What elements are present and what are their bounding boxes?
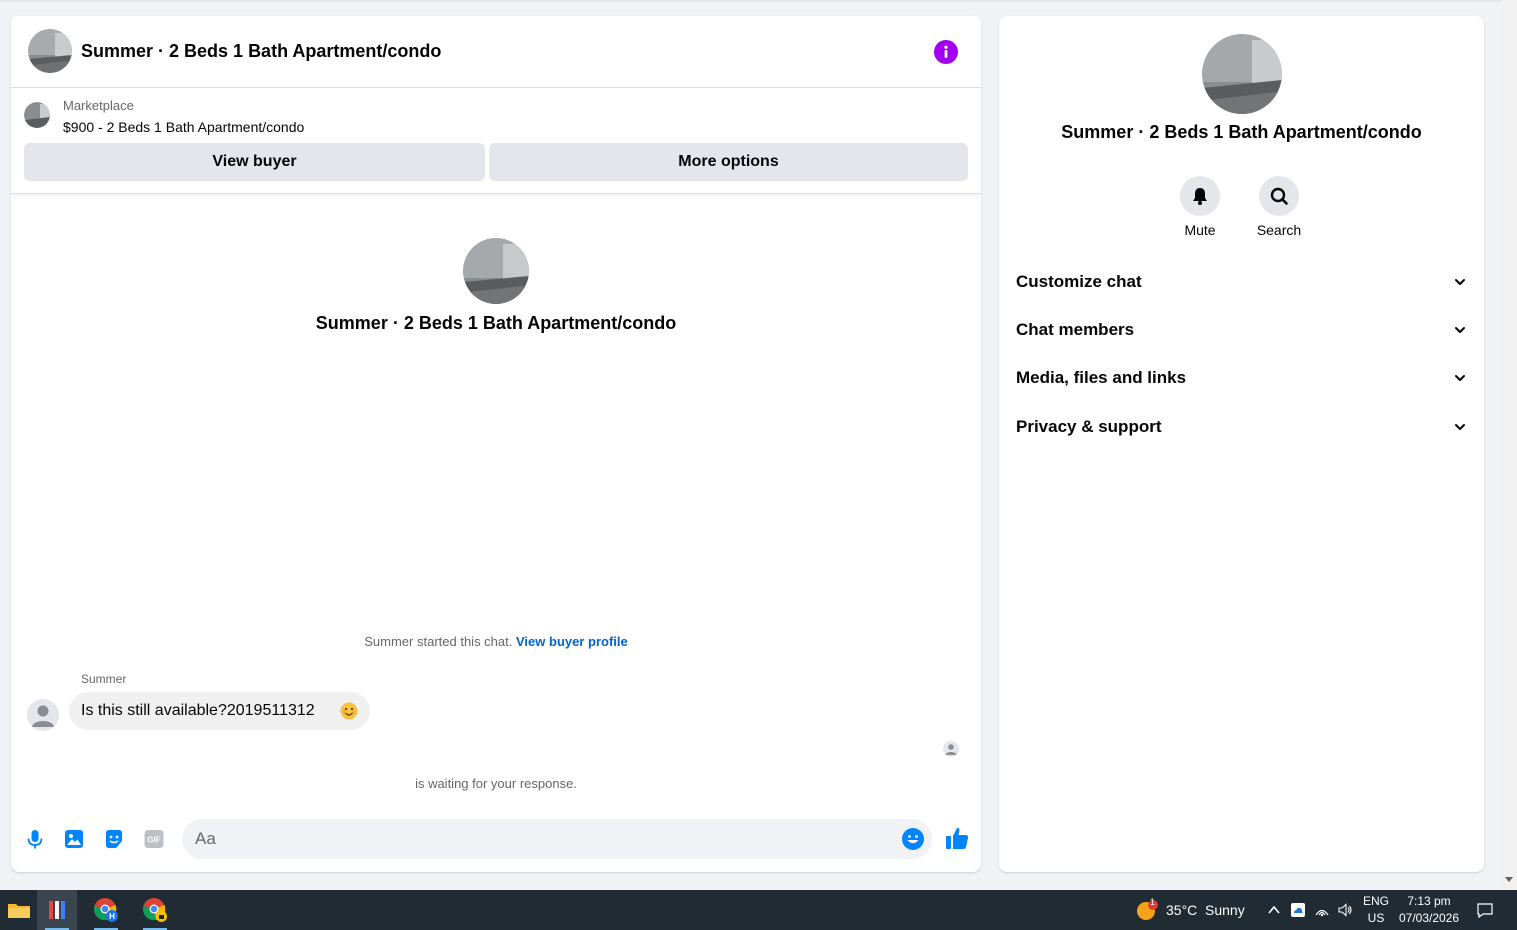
chevron-down-icon xyxy=(1455,327,1465,333)
chevron-down-icon xyxy=(1455,279,1465,285)
weather-condition[interactable]: Sunny xyxy=(1205,902,1245,918)
chat-title[interactable]: Summer · 2 Beds 1 Bath Apartment/condo xyxy=(81,41,441,62)
marketplace-label: Marketplace xyxy=(63,98,134,113)
photo-icon[interactable] xyxy=(62,827,86,851)
listing-title[interactable]: $900 - 2 Beds 1 Bath Apartment/condo xyxy=(63,119,304,135)
svg-text:GIF: GIF xyxy=(147,836,160,845)
chrome-icon xyxy=(143,898,167,922)
conversation-avatar[interactable] xyxy=(463,238,529,304)
chevron-down-icon xyxy=(1455,375,1465,381)
person-icon xyxy=(945,744,957,755)
chat-info-panel: Summer · 2 Beds 1 Bath Apartment/condo M… xyxy=(999,16,1484,872)
input-language[interactable]: ENG xyxy=(1362,894,1390,908)
taskbar-app-active[interactable] xyxy=(37,890,77,930)
windows-taskbar: H 1 35°C Sunny ENG US 7:13 pm 07/03/2026 xyxy=(0,890,1517,930)
section-label: Privacy & support xyxy=(1016,417,1162,436)
search-label: Search xyxy=(1256,222,1302,238)
input-region[interactable]: US xyxy=(1362,911,1390,925)
sticker-icon[interactable] xyxy=(102,827,126,851)
notifications-icon[interactable] xyxy=(1476,901,1494,919)
waiting-notice: is waiting for your response. xyxy=(415,776,577,791)
message-composer: GIF xyxy=(11,816,981,862)
listing-avatar[interactable] xyxy=(28,29,72,73)
wifi-icon[interactable] xyxy=(1314,902,1330,918)
bell-icon xyxy=(1193,188,1207,205)
conversation-title: Summer · 2 Beds 1 Bath Apartment/condo xyxy=(315,313,677,333)
taskbar-chrome-profile-h[interactable]: H xyxy=(86,890,126,930)
info-button[interactable] xyxy=(934,40,958,64)
smiling-face-emoji-icon xyxy=(340,702,358,720)
message-bubble[interactable]: Is this still available?2019511312 xyxy=(69,692,370,730)
chat-started-text: Summer started this chat. xyxy=(364,634,513,649)
listing-thumbnail[interactable] xyxy=(24,102,50,128)
section-label: Chat members xyxy=(1016,320,1135,339)
weather-badge: 1 xyxy=(1150,897,1156,907)
svg-text:H: H xyxy=(109,912,115,921)
view-buyer-profile-link[interactable]: View buyer profile xyxy=(516,634,628,649)
sender-avatar[interactable] xyxy=(27,699,59,731)
mute-label: Mute xyxy=(1184,222,1216,238)
chrome-icon: H xyxy=(94,898,118,922)
message-sender: Summer xyxy=(81,672,127,686)
clock-date[interactable]: 07/03/2026 xyxy=(1396,911,1462,925)
section-chat-members[interactable]: Chat members xyxy=(1016,310,1466,350)
weather-sun-icon[interactable] xyxy=(1136,900,1160,922)
section-media-files-links[interactable]: Media, files and links xyxy=(1016,358,1466,398)
thumbs-up-icon[interactable] xyxy=(944,825,970,851)
section-label: Customize chat xyxy=(1016,272,1142,291)
mute-button-circle[interactable] xyxy=(1180,176,1220,216)
taskbar-file-explorer[interactable] xyxy=(0,890,40,930)
gif-icon[interactable]: GIF xyxy=(142,827,166,851)
search-button-circle[interactable] xyxy=(1259,176,1299,216)
page-scrollbar[interactable] xyxy=(1502,0,1517,890)
marketplace-bar: Marketplace $900 - 2 Beds 1 Bath Apartme… xyxy=(11,88,981,194)
scroll-down-arrow-icon[interactable] xyxy=(1504,874,1514,884)
taskbar-chrome-profile-2[interactable] xyxy=(135,890,175,930)
info-panel-avatar[interactable] xyxy=(1202,34,1282,114)
search-button[interactable]: Search xyxy=(1244,176,1314,238)
search-icon xyxy=(1270,187,1288,205)
chat-started-notice: Summer started this chat. View buyer pro… xyxy=(11,634,981,649)
app-icon xyxy=(49,901,65,919)
weather-temperature[interactable]: 35°C xyxy=(1166,902,1197,918)
chat-panel: Summer · 2 Beds 1 Bath Apartment/condo M… xyxy=(11,16,981,872)
folder-icon xyxy=(8,904,30,918)
section-customize-chat[interactable]: Customize chat xyxy=(1016,262,1466,302)
info-icon xyxy=(944,45,948,58)
volume-icon[interactable] xyxy=(1337,902,1353,918)
info-panel-title: Summer · 2 Beds 1 Bath Apartment/condo xyxy=(1061,122,1422,142)
more-options-button[interactable]: More options xyxy=(489,143,968,181)
chevron-up-icon[interactable] xyxy=(1266,902,1282,918)
person-icon xyxy=(32,705,54,727)
section-privacy-support[interactable]: Privacy & support xyxy=(1016,407,1466,447)
cloud-sync-icon[interactable] xyxy=(1290,902,1306,918)
view-buyer-button[interactable]: View buyer xyxy=(24,143,485,181)
chat-header: Summer · 2 Beds 1 Bath Apartment/condo xyxy=(11,16,981,88)
chevron-down-icon xyxy=(1455,424,1465,430)
mute-button[interactable]: Mute xyxy=(1165,176,1235,238)
emoji-icon[interactable] xyxy=(901,827,925,851)
microphone-icon[interactable] xyxy=(23,827,47,851)
top-border xyxy=(0,0,1502,2)
section-label: Media, files and links xyxy=(1016,368,1187,387)
clock-time[interactable]: 7:13 pm xyxy=(1396,894,1462,908)
message-text: Is this still available?2019511312 xyxy=(81,702,315,719)
message-input[interactable] xyxy=(182,819,932,859)
read-receipt-avatar xyxy=(943,741,959,757)
